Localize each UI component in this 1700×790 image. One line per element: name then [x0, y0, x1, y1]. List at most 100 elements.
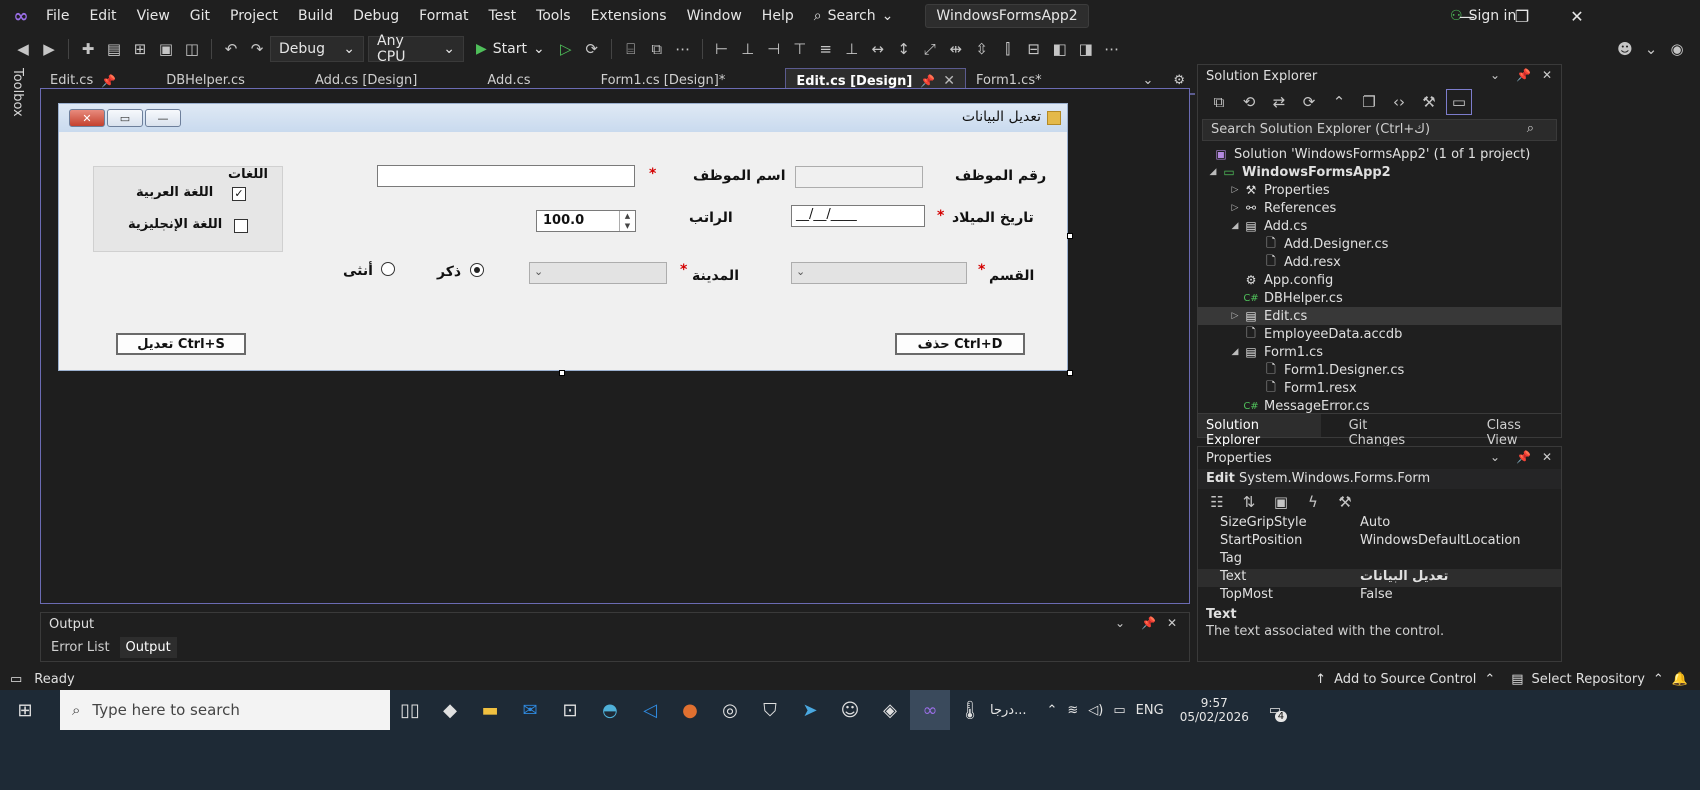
tree-item-solution[interactable]: ▣ Solution 'WindowsFormsApp2' (1 of 1 pr…	[1198, 145, 1561, 163]
menu-build[interactable]: Build	[288, 8, 343, 24]
back-icon[interactable]: ◀	[10, 36, 36, 62]
expanded-icon[interactable]: ◢	[1228, 347, 1242, 357]
lang-arabic-label[interactable]: اللغة العربية	[136, 185, 213, 200]
profile-icon[interactable]: ◉	[1664, 36, 1690, 62]
menu-project[interactable]: Project	[220, 8, 288, 24]
copilot-app-icon[interactable]: ◆	[430, 690, 470, 730]
chevron-up-icon[interactable]: ⌃	[1046, 703, 1057, 718]
figma-icon[interactable]: ◈	[870, 690, 910, 730]
emp-name-field[interactable]	[377, 165, 635, 187]
bring-front-icon[interactable]: ◧	[1047, 36, 1073, 62]
tab-git-changes[interactable]: Git Changes	[1341, 414, 1433, 448]
tree-item-add-resx[interactable]: 🗋 Add.resx	[1198, 253, 1561, 271]
male-label[interactable]: ذكر	[437, 264, 461, 280]
expanded-icon[interactable]: ◢	[1206, 167, 1220, 177]
properties-icon[interactable]: ▣	[1268, 489, 1294, 515]
copilot-icon[interactable]: ☻	[1612, 36, 1638, 62]
resize-handle[interactable]	[1067, 233, 1073, 239]
firefox-icon[interactable]: ●	[670, 690, 710, 730]
form-preview-window[interactable]: ✕ ▭ — تعديل البيانات رقم الموظف اسم المو…	[58, 103, 1068, 371]
property-row[interactable]: Text تعديل البيانات	[1198, 569, 1561, 587]
languages-groupbox[interactable]: اللغات اللغة العربية ✓ اللغة الإنجليزية	[93, 166, 283, 252]
close-window-button[interactable]: ✕	[1550, 0, 1604, 32]
tab-error-list[interactable]: Error List	[45, 637, 116, 658]
new-project-icon[interactable]: ✚	[75, 36, 101, 62]
delete-button[interactable]: حذف Ctrl+D	[895, 333, 1025, 355]
menu-help[interactable]: Help	[752, 8, 804, 24]
align-lefts-icon[interactable]: ⊢	[709, 36, 735, 62]
minimize-button[interactable]: —	[1440, 0, 1494, 32]
add-item-icon[interactable]: ⊞	[127, 36, 153, 62]
property-pages-icon[interactable]: ⚒	[1332, 489, 1358, 515]
tree-item-app-config[interactable]: ⚙ App.config	[1198, 271, 1561, 289]
tree-item-add-designer[interactable]: 🗋 Add.Designer.cs	[1198, 235, 1561, 253]
forward-icon[interactable]: ▶	[36, 36, 62, 62]
tab-output[interactable]: Output	[119, 636, 177, 658]
properties-object-selector[interactable]: Edit System.Windows.Forms.Form	[1198, 469, 1561, 489]
show-all-files-icon[interactable]: ❐	[1356, 89, 1382, 115]
telegram-icon[interactable]: ➤	[790, 690, 830, 730]
spin-arrows-icon[interactable]: ▲ ▼	[619, 211, 635, 231]
collapse-all-icon[interactable]: ⌃	[1326, 89, 1352, 115]
file-explorer-icon[interactable]: ▬	[470, 690, 510, 730]
platform-dropdown[interactable]: Any CPU ⌄	[368, 33, 464, 65]
close-icon[interactable]: ✕	[1542, 450, 1552, 464]
chevron-down-icon[interactable]: ⌄	[1490, 68, 1500, 82]
property-value[interactable]: تعديل البيانات	[1356, 569, 1561, 587]
add-source-control-button[interactable]: Add to Source Control	[1334, 672, 1476, 687]
tree-item-employee-db[interactable]: 🗋 EmployeeData.accdb	[1198, 325, 1561, 343]
salary-stepper[interactable]: 100.0 ▲ ▼	[536, 210, 636, 232]
align-bottoms-icon[interactable]: ⊥	[839, 36, 865, 62]
property-value[interactable]: Auto	[1356, 515, 1561, 533]
chevron-down-icon[interactable]: ⌄	[1115, 616, 1125, 630]
save-icon[interactable]: ▣	[153, 36, 179, 62]
lang-english-checkbox[interactable]	[234, 219, 248, 233]
menu-view[interactable]: View	[127, 8, 180, 24]
chevron-down-icon[interactable]: ⌄	[1638, 36, 1664, 62]
align-tops-icon[interactable]: ⊤	[787, 36, 813, 62]
visual-studio-taskbar-icon[interactable]: ∞	[910, 690, 950, 730]
property-row[interactable]: TopMost False	[1198, 587, 1561, 605]
menu-edit[interactable]: Edit	[79, 8, 126, 24]
emp-name-label[interactable]: اسم الموظف	[693, 168, 786, 184]
notification-center-icon[interactable]: ▭ 4	[1269, 703, 1288, 722]
battery-icon[interactable]: ▭	[1113, 703, 1125, 718]
menu-extensions[interactable]: Extensions	[581, 8, 677, 24]
female-label[interactable]: أنثى	[343, 263, 373, 279]
tree-item-edit-cs[interactable]: ▷ ▤ Edit.cs	[1198, 307, 1561, 325]
categorized-icon[interactable]: ☷	[1204, 489, 1230, 515]
salary-label[interactable]: الراتب	[689, 210, 733, 226]
menu-git[interactable]: Git	[180, 8, 220, 24]
upload-arrow-icon[interactable]: ↑	[1315, 672, 1326, 687]
pin-icon[interactable]: 📌	[1516, 68, 1531, 82]
preview-selected-icon[interactable]: ▭	[1446, 89, 1472, 115]
emp-no-label[interactable]: رقم الموظف	[955, 168, 1046, 184]
wifi-icon[interactable]: ≋	[1067, 703, 1078, 718]
vscode-icon[interactable]: ◁	[630, 690, 670, 730]
align-rights-icon[interactable]: ⊣	[761, 36, 787, 62]
save-all-icon[interactable]: ◫	[179, 36, 205, 62]
sync-icon[interactable]: ⇄	[1266, 89, 1292, 115]
keyboard-lang[interactable]: ENG	[1136, 703, 1164, 718]
visual-studio-logo-icon[interactable]: ∞	[6, 5, 36, 27]
close-icon[interactable]: ✕	[1167, 616, 1177, 630]
tab-solution-explorer[interactable]: Solution Explorer	[1198, 414, 1321, 448]
task-view-icon[interactable]: ▯▯	[390, 690, 430, 730]
open-file-icon[interactable]: ▤	[101, 36, 127, 62]
tree-item-project[interactable]: ◢ ▭ WindowsFormsApp2	[1198, 163, 1561, 181]
hot-reload-icon[interactable]: ⟳	[579, 36, 605, 62]
property-value[interactable]	[1356, 551, 1561, 569]
tab-class-view[interactable]: Class View	[1479, 414, 1561, 448]
store-icon[interactable]: ⊡	[550, 690, 590, 730]
redo-icon[interactable]: ↷	[244, 36, 270, 62]
switch-views-icon[interactable]: ⧉	[1206, 89, 1232, 115]
restore-button[interactable]: ❐	[1495, 0, 1549, 32]
pin-icon[interactable]: 📌	[1516, 450, 1531, 464]
close-icon[interactable]: ✕	[1542, 68, 1552, 82]
notification-icon[interactable]: ▭	[10, 672, 22, 687]
resize-handle[interactable]	[559, 370, 565, 376]
align-middles-icon[interactable]: ≡	[813, 36, 839, 62]
tree-item-form1-resx[interactable]: 🗋 Form1.resx	[1198, 379, 1561, 397]
pin-icon[interactable]: 📌	[101, 74, 116, 88]
more-icon[interactable]: ⋯	[1099, 36, 1125, 62]
